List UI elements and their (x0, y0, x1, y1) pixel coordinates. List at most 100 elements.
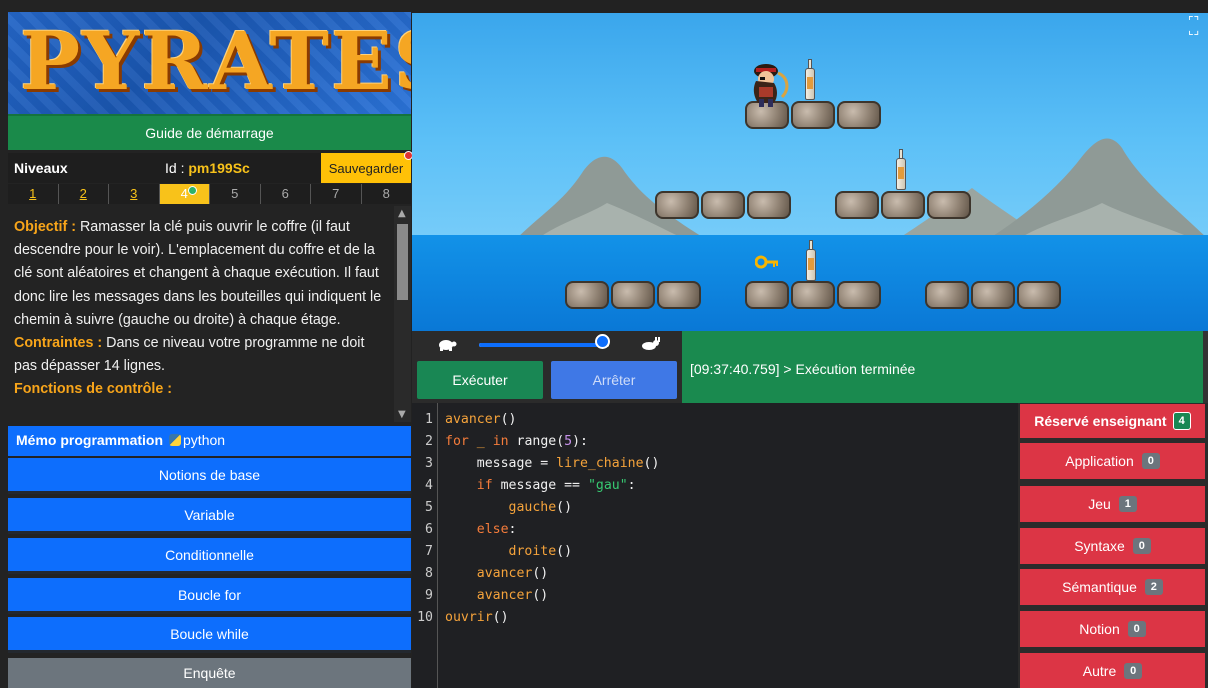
teacher-title-label: Réservé enseignant (1034, 413, 1167, 429)
scrollbar-thumb[interactable] (397, 224, 408, 300)
key-icon (755, 255, 778, 269)
line-number-gutter: 1 2 3 4 5 6 7 8 9 10 (412, 403, 438, 688)
level-tab-4[interactable]: 4 (159, 184, 210, 204)
platform-middle-left (655, 191, 791, 219)
pyrates-app: PYRATES Guide de démarrage Niveaux Id : … (0, 0, 1208, 688)
code-line-9: avancer() (476, 588, 549, 603)
speed-slider-thumb[interactable] (594, 334, 610, 349)
speed-slider[interactable] (479, 343, 609, 347)
turtle-slow-icon (439, 340, 457, 351)
level-tab-1[interactable]: 1 (8, 184, 59, 204)
platform-bottom-middle (745, 281, 881, 309)
line-number: 1 (425, 412, 433, 427)
code-line-5: gauche() (508, 500, 573, 515)
logo-text: PYRATES (20, 14, 411, 108)
run-button[interactable]: Exécuter (417, 361, 543, 399)
code-line-6: else: (476, 522, 517, 537)
code-line-10: ouvrir() (445, 610, 509, 625)
code-editor[interactable]: 1 2 3 4 5 6 7 8 9 10 avancer() for _ in … (412, 403, 1018, 688)
constraints-label: Contraintes : (14, 335, 103, 352)
teacher-notion-button[interactable]: Notion 0 (1020, 611, 1205, 647)
line-number: 4 (425, 478, 433, 493)
save-button[interactable]: Sauvegarder (321, 151, 413, 183)
line-number: 9 (425, 588, 433, 603)
objective-label: Objectif : (14, 219, 76, 235)
line-number: 8 (425, 566, 433, 581)
teacher-title[interactable]: Réservé enseignant 4 (1020, 404, 1205, 438)
memo-title: Mémo programmation (16, 432, 164, 448)
bottle-middle (896, 149, 906, 191)
level-id: Id : pm199Sc (165, 160, 250, 176)
guide-button[interactable]: Guide de démarrage (8, 114, 411, 150)
platform-middle-right (835, 191, 971, 219)
memo-conditionnelle-button[interactable]: Conditionnelle (8, 538, 411, 574)
stop-button[interactable]: Arrêter (551, 361, 677, 399)
button-label: Autre (1082, 663, 1117, 679)
code-line-1: avancer() (445, 412, 517, 427)
scroll-down-icon[interactable]: ▼ (398, 409, 406, 420)
code-line-3: message = lire_chaine() (476, 456, 660, 471)
console-message: [09:37:40.759] > Exécution terminée (690, 361, 916, 377)
level-tab-8[interactable]: 8 (362, 184, 412, 204)
level-id-label: Id : (165, 160, 189, 176)
description-scrollbar[interactable]: ▲ ▼ (394, 206, 411, 422)
line-number: 7 (425, 544, 433, 559)
speed-slider-fill (479, 343, 603, 347)
enquete-button[interactable]: Enquête (8, 658, 411, 688)
game-scene: ⌜⌝ ⌞⌟ (412, 13, 1208, 331)
teacher-autre-button[interactable]: Autre 0 (1020, 653, 1205, 688)
python-label: python (183, 432, 226, 448)
current-level-dot (188, 186, 197, 195)
button-label: Syntaxe (1074, 538, 1125, 554)
level-tab-7[interactable]: 7 (311, 184, 362, 204)
level-tabs: 1 2 3 4 5 6 7 8 (8, 184, 411, 204)
line-number: 10 (417, 610, 433, 625)
level-tab-5[interactable]: 5 (210, 184, 261, 204)
objective-text: Ramasser la clé puis ouvrir le coffre (i… (14, 219, 382, 328)
level-tab-3[interactable]: 3 (109, 184, 160, 204)
button-label: Sémantique (1062, 579, 1137, 595)
line-number: 5 (425, 500, 433, 515)
level-id-value: pm199Sc (188, 160, 250, 176)
code-line-4: if message == "gau": (476, 478, 636, 493)
level-tab-4-label: 4 (180, 186, 188, 201)
memo-header: Mémo programmation python (8, 426, 411, 456)
bottle-top (805, 59, 815, 101)
line-number: 2 (425, 434, 433, 449)
fullscreen-icon[interactable]: ⌜⌝ ⌞⌟ (1188, 15, 1204, 36)
python-logo-icon (169, 434, 182, 446)
count-badge: 0 (1127, 621, 1146, 637)
button-label: Jeu (1088, 496, 1111, 512)
levels-header: Niveaux Id : pm199Sc Sauvegarder (8, 151, 413, 183)
console-scrollbar[interactable] (1203, 331, 1208, 403)
teacher-syntaxe-button[interactable]: Syntaxe 0 (1020, 528, 1205, 564)
level-tab-6[interactable]: 6 (261, 184, 311, 204)
teacher-semantique-button[interactable]: Sémantique 2 (1020, 569, 1205, 605)
platform-bottom-right (925, 281, 1061, 309)
pyrates-logo: PYRATES (8, 12, 411, 114)
memo-notions-de-base-button[interactable]: Notions de base (8, 458, 411, 494)
platform-bottom-left (565, 281, 701, 309)
code-line-2: for _ in range(5): (445, 434, 588, 449)
memo-boucle-while-button[interactable]: Boucle while (8, 617, 411, 653)
count-badge: 0 (1124, 663, 1143, 679)
count-badge: 2 (1144, 579, 1163, 595)
teacher-jeu-button[interactable]: Jeu 1 (1020, 486, 1205, 522)
teacher-application-button[interactable]: Application 0 (1020, 443, 1205, 479)
save-button-label: Sauvegarder (328, 160, 404, 176)
scroll-up-icon[interactable]: ▲ (398, 208, 406, 219)
execution-console: [09:37:40.759] > Exécution terminée (682, 331, 1203, 403)
code-line-7: droite() (508, 544, 573, 559)
count-badge: 1 (1118, 496, 1137, 512)
right-island-mountain (982, 138, 1208, 243)
count-badge: 0 (1132, 538, 1151, 554)
memo-boucle-for-button[interactable]: Boucle for (8, 578, 411, 614)
level-tab-2[interactable]: 2 (59, 184, 109, 204)
level-description: Objectif : Ramasser la clé puis ouvrir l… (8, 206, 394, 422)
rabbit-fast-icon (642, 337, 660, 350)
pirate-character-icon (753, 64, 789, 107)
code-line-8: avancer() (476, 566, 549, 581)
memo-variable-button[interactable]: Variable (8, 498, 411, 534)
execution-controls: Exécuter Arrêter (412, 331, 682, 403)
levels-title: Niveaux (14, 160, 68, 176)
